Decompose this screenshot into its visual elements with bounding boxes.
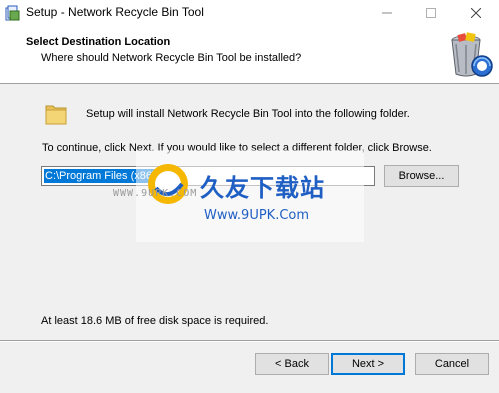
install-info-text: Setup will install Network Recycle Bin T… (86, 108, 410, 120)
folder-icon (45, 105, 67, 125)
title-bar: Setup - Network Recycle Bin Tool (0, 0, 499, 26)
browse-button[interactable]: Browse... (384, 165, 459, 187)
window-title: Setup - Network Recycle Bin Tool (26, 5, 204, 19)
wizard-header: Select Destination Location Where should… (0, 26, 499, 84)
setup-app-icon (5, 5, 20, 21)
watermark-title: 久友下载站 (200, 175, 325, 202)
minimize-icon (381, 12, 392, 14)
footer-divider (0, 340, 499, 342)
watermark-url: Www.9UPK.Com (204, 208, 310, 223)
watermark-ghost-text: WWW.9UPK.COM (113, 188, 198, 199)
close-button[interactable] (453, 0, 498, 26)
minimize-button[interactable] (364, 0, 409, 26)
close-icon (470, 8, 481, 18)
page-subtitle: Where should Network Recycle Bin Tool be… (41, 52, 302, 64)
maximize-icon (425, 8, 436, 18)
disk-space-text: At least 18.6 MB of free disk space is r… (41, 315, 269, 327)
back-button[interactable]: < Back (255, 353, 329, 375)
recycle-bin-icon (451, 32, 493, 77)
cancel-button[interactable]: Cancel (415, 353, 489, 375)
page-title: Select Destination Location (26, 36, 171, 48)
next-button[interactable]: Next > (331, 353, 405, 375)
maximize-button[interactable] (408, 0, 453, 26)
watermark-logo-icon (148, 164, 188, 204)
